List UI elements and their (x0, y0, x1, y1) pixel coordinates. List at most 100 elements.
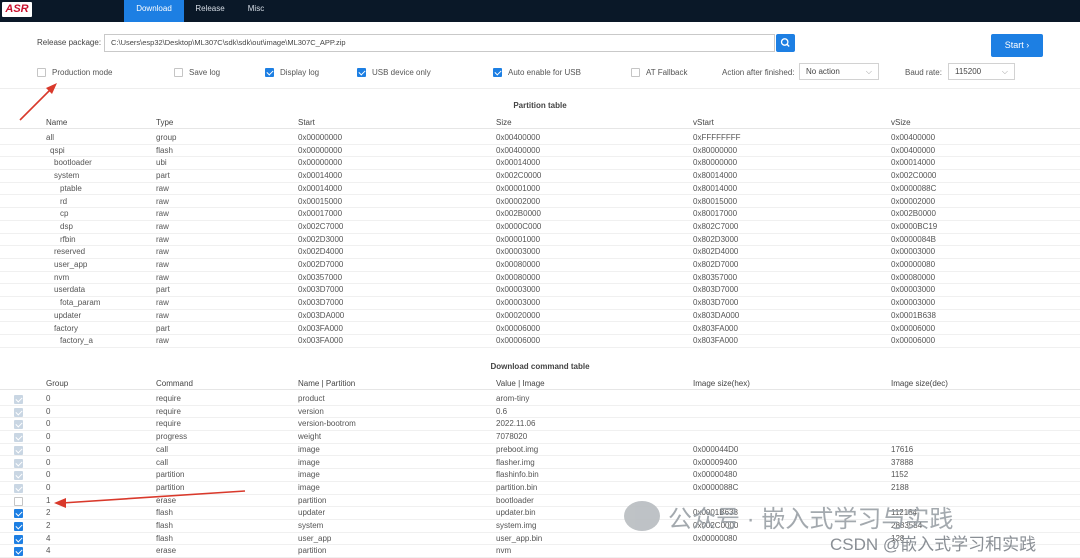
row-checkbox[interactable] (14, 471, 23, 481)
table-cell: raw (156, 272, 169, 282)
table-row[interactable]: 0 progress weight 7078020 (0, 431, 1080, 444)
table-cell: 0x00006000 (891, 336, 936, 346)
table-cell: raw (156, 298, 169, 308)
display-log-option[interactable]: Display log (265, 66, 319, 78)
at-fallback-checkbox[interactable] (631, 67, 640, 77)
tab-misc[interactable]: Misc (240, 0, 272, 22)
production-mode-checkbox[interactable] (37, 67, 46, 77)
save-log-checkbox[interactable] (174, 67, 183, 77)
table-header: Group Command Name | Partition Value | Imag… (0, 378, 1080, 390)
auto-enable-usb-label: Auto enable for USB (508, 67, 581, 77)
row-checkbox[interactable] (14, 395, 23, 404)
table-cell: qspi (50, 145, 65, 155)
column-header: vSize (891, 118, 911, 127)
table-cell: updater (54, 310, 82, 320)
table-cell: 0x803DA000 (693, 310, 740, 320)
table-cell: 0x00400000 (496, 133, 541, 142)
table-cell: 0x000044D0 (693, 444, 739, 454)
column-header: Size (496, 118, 512, 127)
table-cell: 0x00000080 (891, 260, 936, 269)
table-row[interactable]: qspi flash 0x00000000 0x00400000 0x80000000 0… (0, 145, 1080, 158)
table-cell: raw (156, 221, 169, 231)
command-table-title: Download command table (490, 362, 590, 371)
table-row[interactable]: fota_param raw 0x003D7000 0x00003000 0x803D7… (0, 297, 1080, 310)
action-after-finished-select[interactable]: No action ⌵ (799, 63, 879, 80)
table-cell: 0x002B0000 (496, 209, 541, 219)
row-checkbox[interactable] (14, 433, 23, 443)
table-row[interactable]: 0 call image preboot.img 0x000044D0 17616 (0, 444, 1080, 457)
row-checkbox[interactable] (14, 407, 23, 417)
row-checkbox[interactable] (14, 496, 23, 506)
table-cell: 0x802C7000 (693, 221, 739, 231)
browse-button[interactable] (776, 34, 795, 52)
table-row[interactable]: userdata part 0x003D7000 0x00003000 0x803D70… (0, 284, 1080, 298)
row-checkbox[interactable] (14, 483, 23, 493)
table-row[interactable]: nvm raw 0x00357000 0x00080000 0x80357000 0x00… (0, 272, 1080, 285)
auto-enable-usb-option[interactable]: Auto enable for USB (493, 66, 581, 78)
tab-download[interactable]: Download (124, 0, 184, 22)
table-cell: nvm (496, 546, 512, 556)
production-mode-option[interactable]: Production mode (37, 66, 112, 78)
column-header: Image size(dec) (891, 379, 948, 388)
row-checkbox[interactable] (14, 509, 23, 519)
table-cell: partition (298, 495, 327, 505)
table-row[interactable]: cp raw 0x00017000 0x002B0000 0x80017000 0x002… (0, 208, 1080, 221)
tab-release[interactable]: Release (188, 0, 232, 22)
auto-enable-usb-checkbox[interactable] (493, 67, 502, 77)
at-fallback-option[interactable]: AT Fallback (631, 66, 688, 78)
table-cell: 2 (46, 521, 51, 530)
start-button[interactable]: Start › (991, 34, 1043, 57)
row-checkbox[interactable] (14, 534, 23, 544)
table-row[interactable]: updater raw 0x003DA000 0x00020000 0x803DA000… (0, 310, 1080, 323)
table-row[interactable]: 0 require product arom-tiny (0, 393, 1080, 406)
table-header: Name Type Start Size vStart vSize (0, 117, 1080, 129)
usb-only-checkbox[interactable] (357, 67, 366, 77)
row-checkbox[interactable] (14, 420, 23, 430)
save-log-option[interactable]: Save log (174, 66, 220, 78)
table-cell: rfbin (60, 234, 76, 244)
table-row[interactable]: factory part 0x003FA000 0x00006000 0x803FA00… (0, 323, 1080, 336)
table-row[interactable]: rd raw 0x00015000 0x00002000 0x80015000 0x000… (0, 196, 1080, 209)
table-row[interactable]: all group 0x00000000 0x00400000 0xFFFFFFFF 0x… (0, 132, 1080, 145)
table-cell: 0x00003000 (496, 298, 541, 308)
table-row[interactable]: system part 0x00014000 0x002C0000 0x80014000… (0, 170, 1080, 183)
table-cell: require (156, 406, 181, 416)
table-cell: 0x0000084B (891, 234, 936, 244)
watermark-text: 公众号 · 嵌入式学习与实践 (668, 505, 954, 533)
table-cell: require (156, 394, 181, 403)
baud-rate-select[interactable]: 115200 ⌵ (948, 63, 1015, 80)
table-row[interactable]: ptable raw 0x00014000 0x00001000 0x80014000 0… (0, 183, 1080, 196)
release-package-input[interactable]: C:\Users\esp32\Desktop\ML307C\sdk\sdk\ou… (104, 34, 775, 52)
table-row[interactable]: 0 call image flasher.img 0x00009400 37888 (0, 457, 1080, 470)
row-checkbox[interactable] (14, 547, 23, 557)
table-row[interactable]: user_app raw 0x002D7000 0x00080000 0x802D700… (0, 259, 1080, 272)
table-row[interactable]: 0 partition image partition.bin 0x0000088C 21… (0, 482, 1080, 495)
display-log-checkbox[interactable] (265, 67, 274, 77)
table-cell: all (46, 133, 55, 142)
table-cell: 0x803D7000 (693, 298, 739, 308)
table-cell: 1152 (891, 470, 909, 480)
table-cell: partition.bin (496, 482, 538, 492)
table-cell: 0 (46, 482, 51, 492)
table-row[interactable]: bootloader ubi 0x00000000 0x00014000 0x80000… (0, 157, 1080, 171)
table-cell: progress (156, 432, 188, 442)
table-cell: 0x00000480 (693, 470, 738, 480)
row-checkbox[interactable] (14, 522, 23, 531)
table-cell: 0x802D7000 (693, 260, 739, 269)
table-cell: factory (54, 323, 79, 333)
table-row[interactable]: dsp raw 0x002C7000 0x0000C000 0x802C7000 0x00… (0, 221, 1080, 234)
table-row[interactable]: reserved raw 0x002D4000 0x00003000 0x802D400… (0, 246, 1080, 259)
table-cell: 0x0000088C (891, 183, 937, 193)
row-checkbox[interactable] (14, 445, 23, 455)
table-cell: part (156, 171, 170, 181)
table-row[interactable]: 0 require version-bootrom 2022.11.06 (0, 418, 1080, 432)
table-row[interactable]: 0 partition image flashinfo.bin 0x00000480 11… (0, 469, 1080, 482)
table-cell: 4 (46, 533, 51, 543)
table-cell: 0x00001000 (496, 234, 541, 244)
column-header: Image size(hex) (693, 379, 750, 388)
usb-only-option[interactable]: USB device only (357, 66, 431, 78)
table-row[interactable]: factory_a raw 0x003FA000 0x00006000 0x803FA0… (0, 335, 1080, 348)
row-checkbox[interactable] (14, 458, 23, 468)
table-row[interactable]: 0 require version 0.6 (0, 406, 1080, 419)
table-row[interactable]: rfbin raw 0x002D3000 0x00001000 0x802D3000 0x… (0, 234, 1080, 247)
